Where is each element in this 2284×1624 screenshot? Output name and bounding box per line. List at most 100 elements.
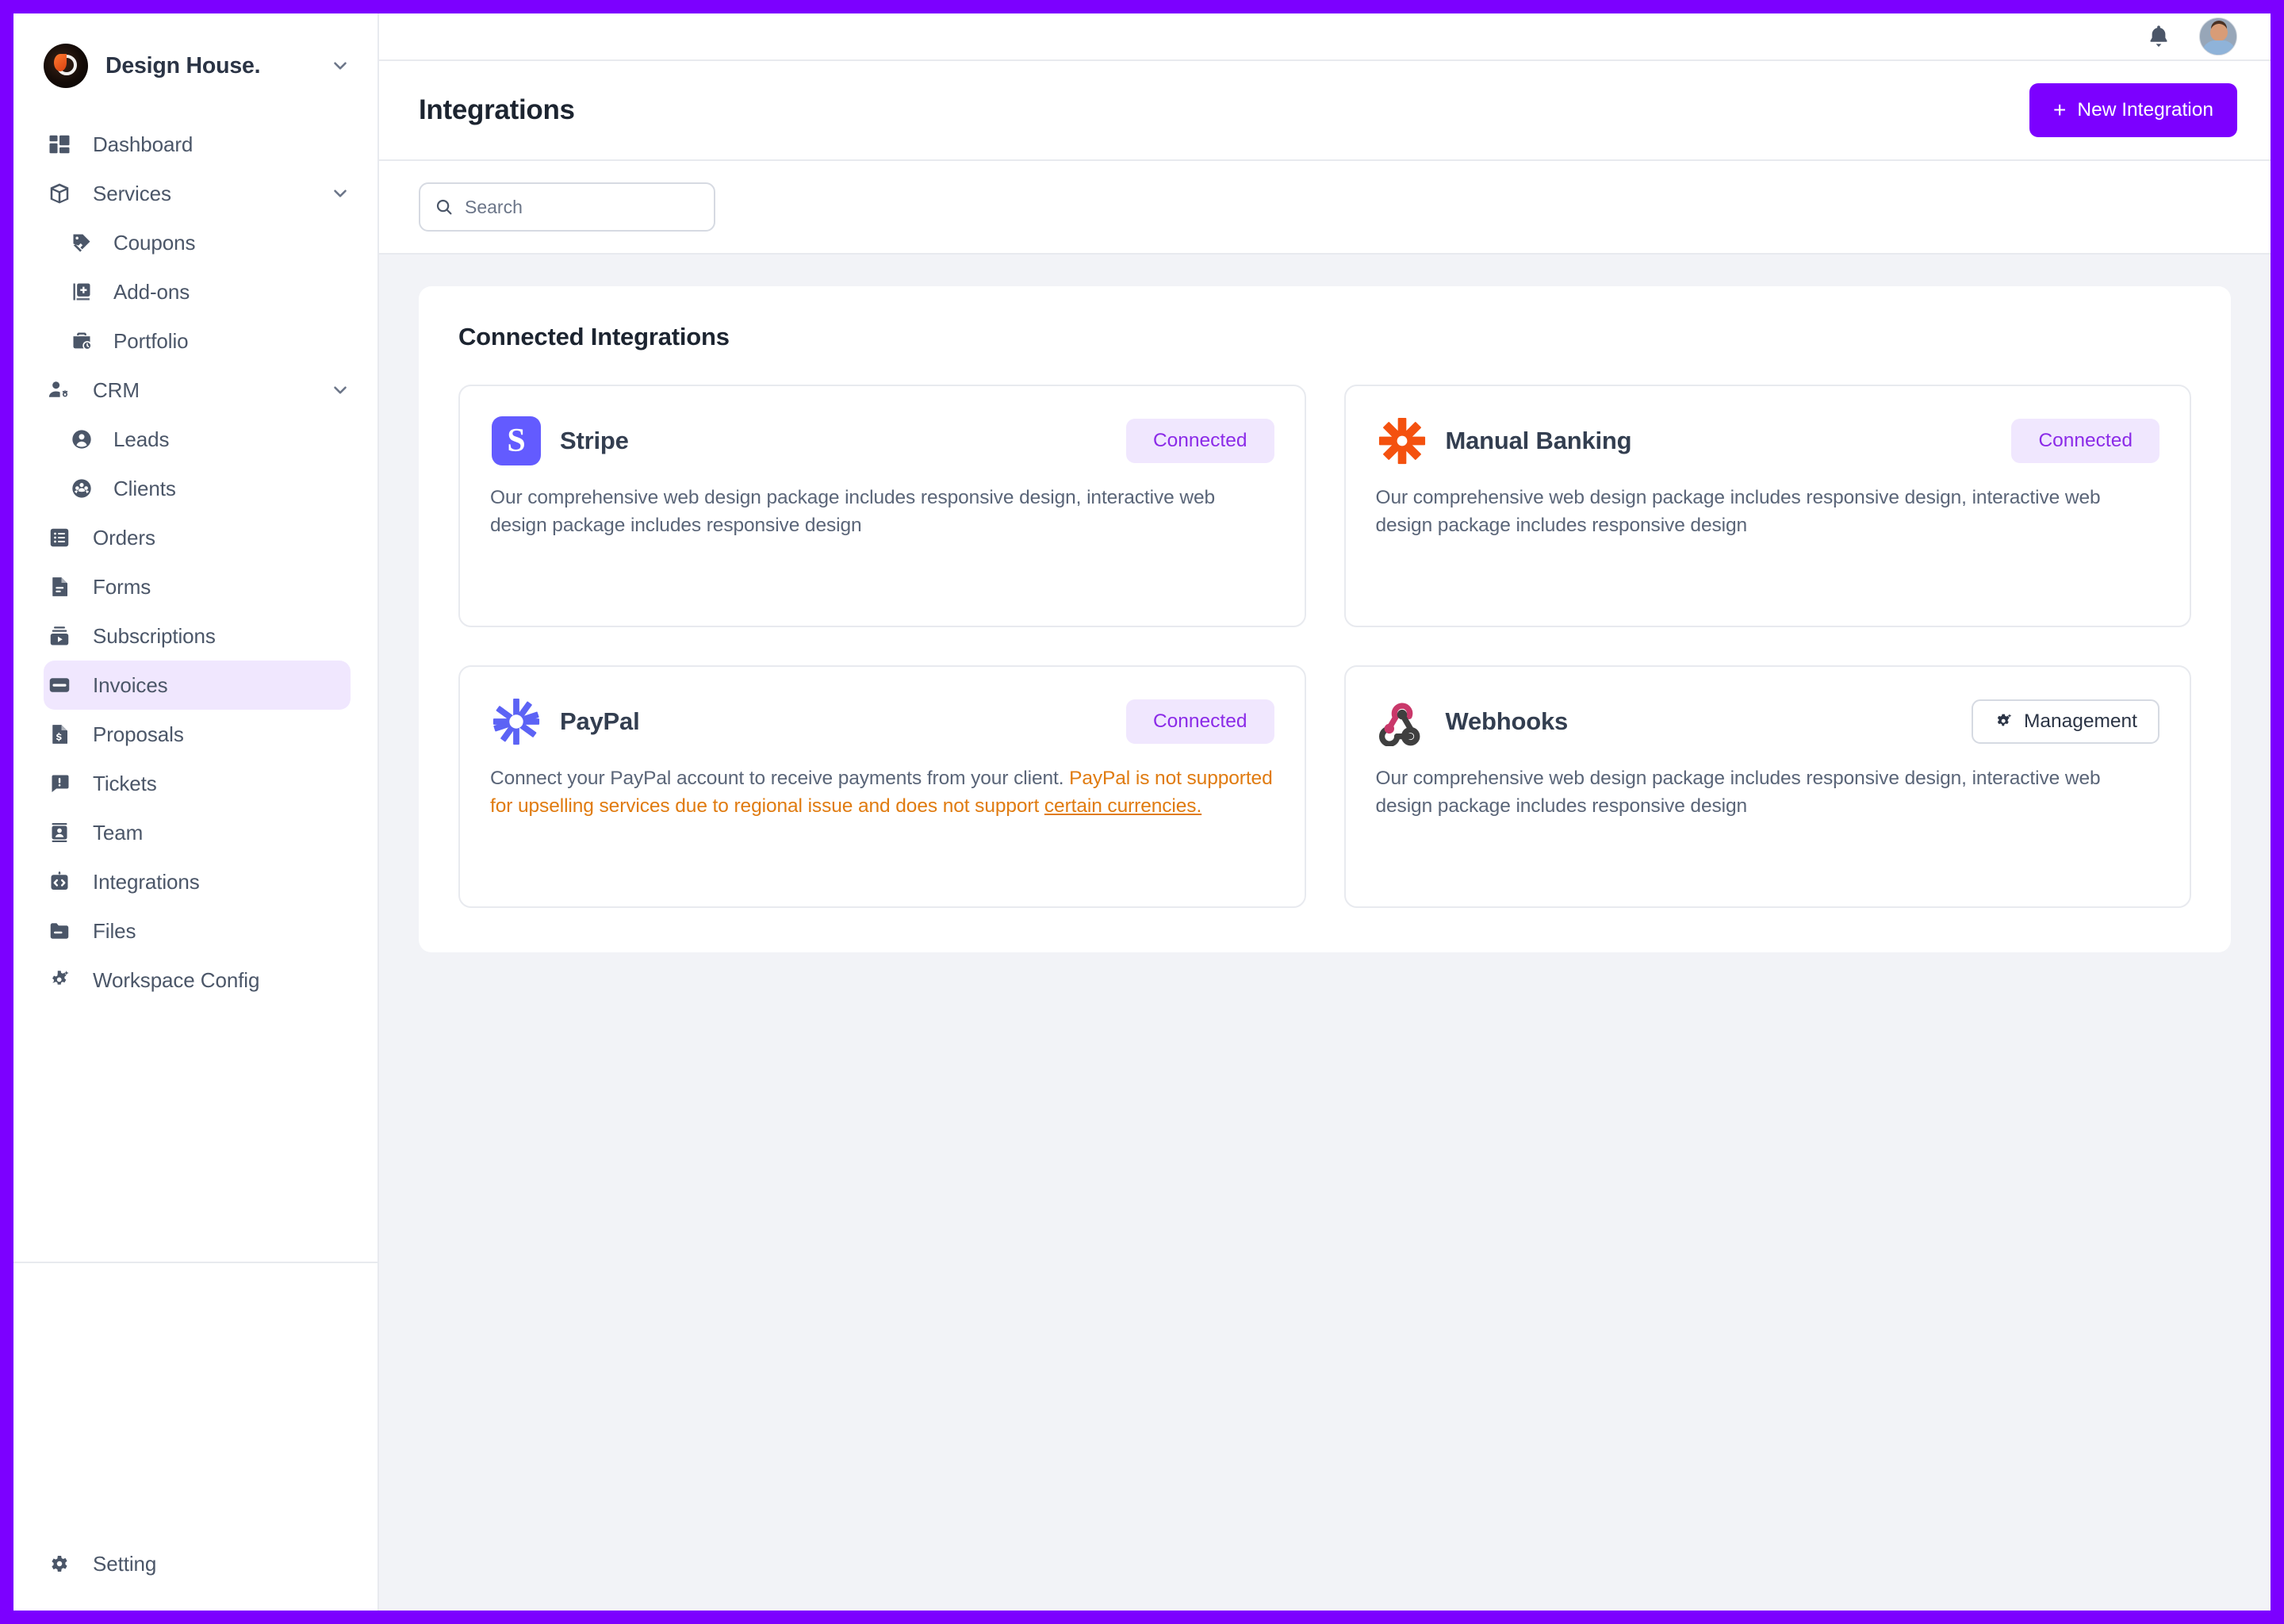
management-button[interactable]: Management xyxy=(1972,699,2159,744)
chevron-down-icon[interactable] xyxy=(330,183,351,204)
sidebar-item-team[interactable]: Team xyxy=(44,808,351,857)
sidebar-item-setting[interactable]: Setting xyxy=(44,1539,351,1588)
user-gear-icon xyxy=(44,378,75,402)
users-circle-icon xyxy=(67,477,96,500)
sidebar-item-coupons[interactable]: Coupons xyxy=(67,218,351,267)
new-integration-button[interactable]: + New Integration xyxy=(2029,83,2237,137)
card-title: Manual Banking xyxy=(1446,427,2012,455)
sidebar-item-clients[interactable]: Clients xyxy=(67,464,351,513)
integration-card-webhooks: Webhooks Management Our comprehensive we… xyxy=(1344,665,2192,908)
sidebar-item-proposals[interactable]: Proposals xyxy=(44,710,351,759)
sidebar-item-label: Subscriptions xyxy=(93,624,351,649)
panel-title: Connected Integrations xyxy=(458,323,2191,351)
connected-integrations-panel: Connected Integrations S Stripe Connecte… xyxy=(419,286,2231,952)
subscription-play-icon xyxy=(44,624,75,648)
stripe-logo-icon: S xyxy=(490,415,542,467)
sidebar-item-dashboard[interactable]: Dashboard xyxy=(44,120,351,169)
sidebar-item-files[interactable]: Files xyxy=(44,906,351,956)
search-bar xyxy=(379,161,2271,255)
card-header: Webhooks Management xyxy=(1376,695,2160,748)
sidebar-item-workspace-config[interactable]: Workspace Config xyxy=(44,956,351,1005)
card-title: PayPal xyxy=(560,707,1126,736)
integration-card-manual-banking: Manual Banking Connected Our comprehensi… xyxy=(1344,385,2192,627)
plus-icon: + xyxy=(2053,99,2066,121)
sidebar-footer: Setting xyxy=(13,1262,377,1611)
sidebar-item-orders[interactable]: Orders xyxy=(44,513,351,562)
tag-icon xyxy=(67,232,96,254)
sidebar-item-label: Invoices xyxy=(93,673,351,698)
sidebar-item-tickets[interactable]: Tickets xyxy=(44,759,351,808)
sidebar-item-label: Services xyxy=(93,182,330,206)
credit-card-icon xyxy=(44,673,75,697)
sidebar-item-services[interactable]: Services xyxy=(44,169,351,218)
chevron-down-icon[interactable] xyxy=(330,380,351,400)
workspace-switcher[interactable]: Design House. xyxy=(13,13,377,112)
id-card-icon xyxy=(44,821,75,845)
gear-icon xyxy=(44,1552,75,1576)
sidebar: Design House. Dashboard Services xyxy=(13,13,379,1611)
sidebar-item-label: Leads xyxy=(113,427,351,452)
card-description: Our comprehensive web design package inc… xyxy=(490,485,1274,540)
sidebar-item-forms[interactable]: Forms xyxy=(44,562,351,611)
new-integration-label: New Integration xyxy=(2077,99,2213,121)
search-input[interactable] xyxy=(465,197,699,218)
document-lines-icon xyxy=(44,575,75,599)
sidebar-item-label: Team xyxy=(93,821,351,845)
sidebar-item-label: Clients xyxy=(113,477,351,501)
sidebar-item-label: Coupons xyxy=(113,231,351,255)
card-description: Connect your PayPal account to receive p… xyxy=(490,765,1274,821)
gear-sparkle-icon xyxy=(1994,711,2014,732)
design-house-logo xyxy=(44,44,88,88)
card-title: Webhooks xyxy=(1446,707,1972,736)
sidebar-item-invoices[interactable]: Invoices xyxy=(44,661,351,710)
code-brackets-icon xyxy=(44,870,75,894)
integration-card-grid: S Stripe Connected Our comprehensive web… xyxy=(458,385,2191,908)
bell-icon[interactable] xyxy=(2145,23,2172,50)
search-field-wrapper[interactable] xyxy=(419,182,715,232)
dashboard-grid-icon xyxy=(44,132,75,156)
sidebar-item-leads[interactable]: Leads xyxy=(67,415,351,464)
integration-card-stripe: S Stripe Connected Our comprehensive web… xyxy=(458,385,1306,627)
sidebar-item-subscriptions[interactable]: Subscriptions xyxy=(44,611,351,661)
avatar[interactable] xyxy=(2199,17,2237,56)
sidebar-item-label: Proposals xyxy=(93,722,351,747)
paypal-burst-logo-icon xyxy=(490,695,542,748)
card-header: Manual Banking Connected xyxy=(1376,415,2160,467)
page-header: Integrations + New Integration xyxy=(379,61,2271,161)
workspace-name: Design House. xyxy=(105,53,312,79)
sidebar-item-add-ons[interactable]: Add-ons xyxy=(67,267,351,316)
status-badge[interactable]: Connected xyxy=(1126,419,1274,463)
sidebar-item-label: Portfolio xyxy=(113,329,351,354)
certain-currencies-link[interactable]: certain currencies. xyxy=(1044,795,1201,817)
sidebar-item-crm[interactable]: CRM xyxy=(44,366,351,415)
sidebar-item-integrations[interactable]: Integrations xyxy=(44,857,351,906)
ticket-alert-icon xyxy=(44,772,75,795)
sidebar-item-label: Setting xyxy=(93,1552,351,1576)
content-area: Connected Integrations S Stripe Connecte… xyxy=(379,255,2271,1611)
gear-sparkle-icon xyxy=(44,968,75,992)
package-box-icon xyxy=(44,182,75,205)
card-header: S Stripe Connected xyxy=(490,415,1274,467)
document-dollar-icon xyxy=(44,722,75,746)
card-description: Our comprehensive web design package inc… xyxy=(1376,765,2160,821)
status-badge[interactable]: Connected xyxy=(2011,419,2159,463)
add-layer-plus-icon xyxy=(67,281,96,303)
management-label: Management xyxy=(2024,710,2137,733)
folder-icon xyxy=(44,919,75,943)
sidebar-nav: Dashboard Services Coupons xyxy=(13,112,377,1262)
sidebar-item-label: CRM xyxy=(93,378,330,403)
briefcase-clock-icon xyxy=(67,330,96,352)
chevron-down-icon[interactable] xyxy=(330,56,351,76)
description-plain-text: Connect your PayPal account to receive p… xyxy=(490,768,1069,789)
integration-card-paypal: PayPal Connected Connect your PayPal acc… xyxy=(458,665,1306,908)
webhooks-logo-icon xyxy=(1376,695,1428,748)
manual-banking-asterisk-logo-icon xyxy=(1376,415,1428,467)
status-badge[interactable]: Connected xyxy=(1126,699,1274,744)
app-window: Design House. Dashboard Services xyxy=(13,13,2271,1611)
sidebar-item-label: Dashboard xyxy=(93,132,351,157)
sidebar-item-portfolio[interactable]: Portfolio xyxy=(67,316,351,366)
card-description: Our comprehensive web design package inc… xyxy=(1376,485,2160,540)
sidebar-item-label: Tickets xyxy=(93,772,351,796)
sidebar-item-label: Add-ons xyxy=(113,280,351,304)
sidebar-item-label: Files xyxy=(93,919,351,944)
